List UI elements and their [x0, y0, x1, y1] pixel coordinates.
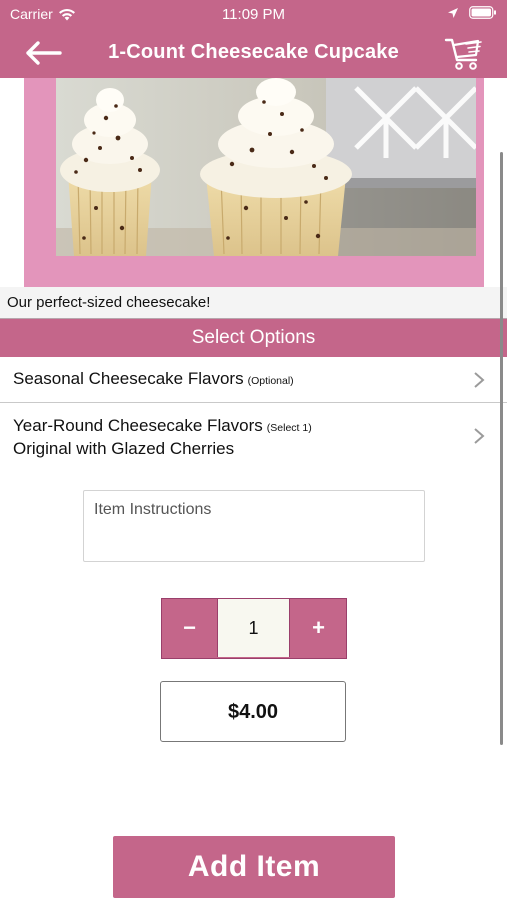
price-display: $4.00: [160, 681, 346, 742]
option-label: Seasonal Cheesecake Flavors (Optional): [13, 369, 294, 388]
cart-button[interactable]: [443, 34, 487, 72]
add-item-button[interactable]: Add Item: [113, 836, 395, 898]
decrease-quantity-button[interactable]: −: [162, 599, 217, 657]
quantity-value: 1: [217, 599, 290, 657]
location-arrow-icon: [448, 7, 458, 18]
status-bar: Carrier 11:09 PM: [0, 0, 507, 28]
option-row-seasonal[interactable]: Seasonal Cheesecake Flavors (Optional): [0, 357, 507, 403]
options-header: Select Options: [0, 319, 507, 357]
page-title: 1-Count Cheesecake Cupcake: [108, 41, 399, 63]
product-description: Our perfect-sized cheesecake!: [0, 287, 507, 319]
scrollbar[interactable]: [500, 152, 503, 745]
option-selected-value: Original with Glazed Cherries: [13, 439, 235, 458]
option-tag: (Select 1): [266, 422, 312, 434]
description-text: Our perfect-sized cheesecake!: [7, 294, 211, 311]
product-image: [56, 78, 476, 256]
chevron-right-icon: [474, 372, 485, 388]
increase-quantity-button[interactable]: +: [291, 599, 346, 657]
status-time: 11:09 PM: [221, 6, 286, 23]
product-image-frame: [24, 78, 484, 287]
quantity-stepper: − 1 +: [161, 598, 347, 659]
item-instructions-field[interactable]: [83, 490, 425, 562]
option-tag: (Optional): [247, 375, 294, 387]
nav-bar: 1-Count Cheesecake Cupcake: [0, 28, 507, 78]
battery-icon: [469, 6, 496, 19]
option-label: Year-Round Cheesecake Flavors (Select 1): [13, 416, 312, 435]
shopping-cart-icon: [444, 38, 482, 70]
option-row-year-round[interactable]: Year-Round Cheesecake Flavors (Select 1) …: [0, 403, 507, 469]
chevron-right-icon: [474, 428, 485, 444]
